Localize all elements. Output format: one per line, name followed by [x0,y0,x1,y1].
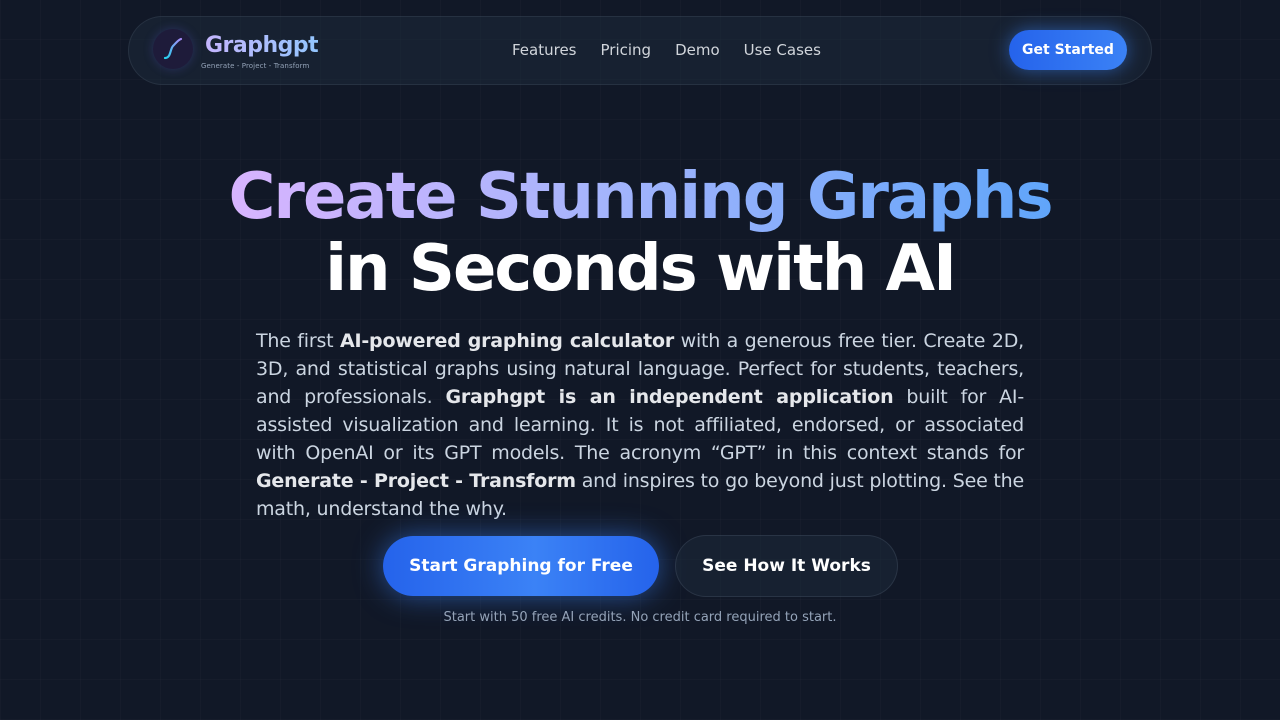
nav-link-demo[interactable]: Demo [675,41,720,59]
top-navbar: Graphgpt Generate - Project - Transform … [128,16,1152,85]
hero-description: The first AI-powered graphing calculator… [256,327,1024,523]
nav-link-use-cases[interactable]: Use Cases [744,41,821,59]
see-how-it-works-button[interactable]: See How It Works [675,535,898,597]
free-credits-note: Start with 50 free AI credits. No credit… [443,610,837,625]
hero-title-gradient-text: Create Stunning Graphs [228,160,1053,234]
desc-bold-1: AI-powered graphing calculator [339,330,675,352]
nav-links: Features Pricing Demo Use Cases [512,41,845,59]
nav-link-pricing[interactable]: Pricing [601,41,652,59]
brand-tagline: Generate - Project - Transform [201,62,310,70]
desc-bold-3: Generate - Project - Transform [256,470,576,492]
get-started-button[interactable]: Get Started [1009,30,1127,70]
brand-logo[interactable]: Graphgpt Generate - Project - Transform [153,29,345,73]
nav-link-features[interactable]: Features [512,41,577,59]
hero-title-line-2: in Seconds with AI [325,232,957,306]
graph-curve-icon [153,29,193,69]
desc-text-1: The first [256,330,340,352]
desc-bold-2: Graphgpt is an independent application [445,386,894,408]
hero-title-line-1: Create Stunning Graphs [0,158,1280,236]
brand-name: Graphgpt [205,33,319,58]
start-graphing-button[interactable]: Start Graphing for Free [383,536,659,596]
